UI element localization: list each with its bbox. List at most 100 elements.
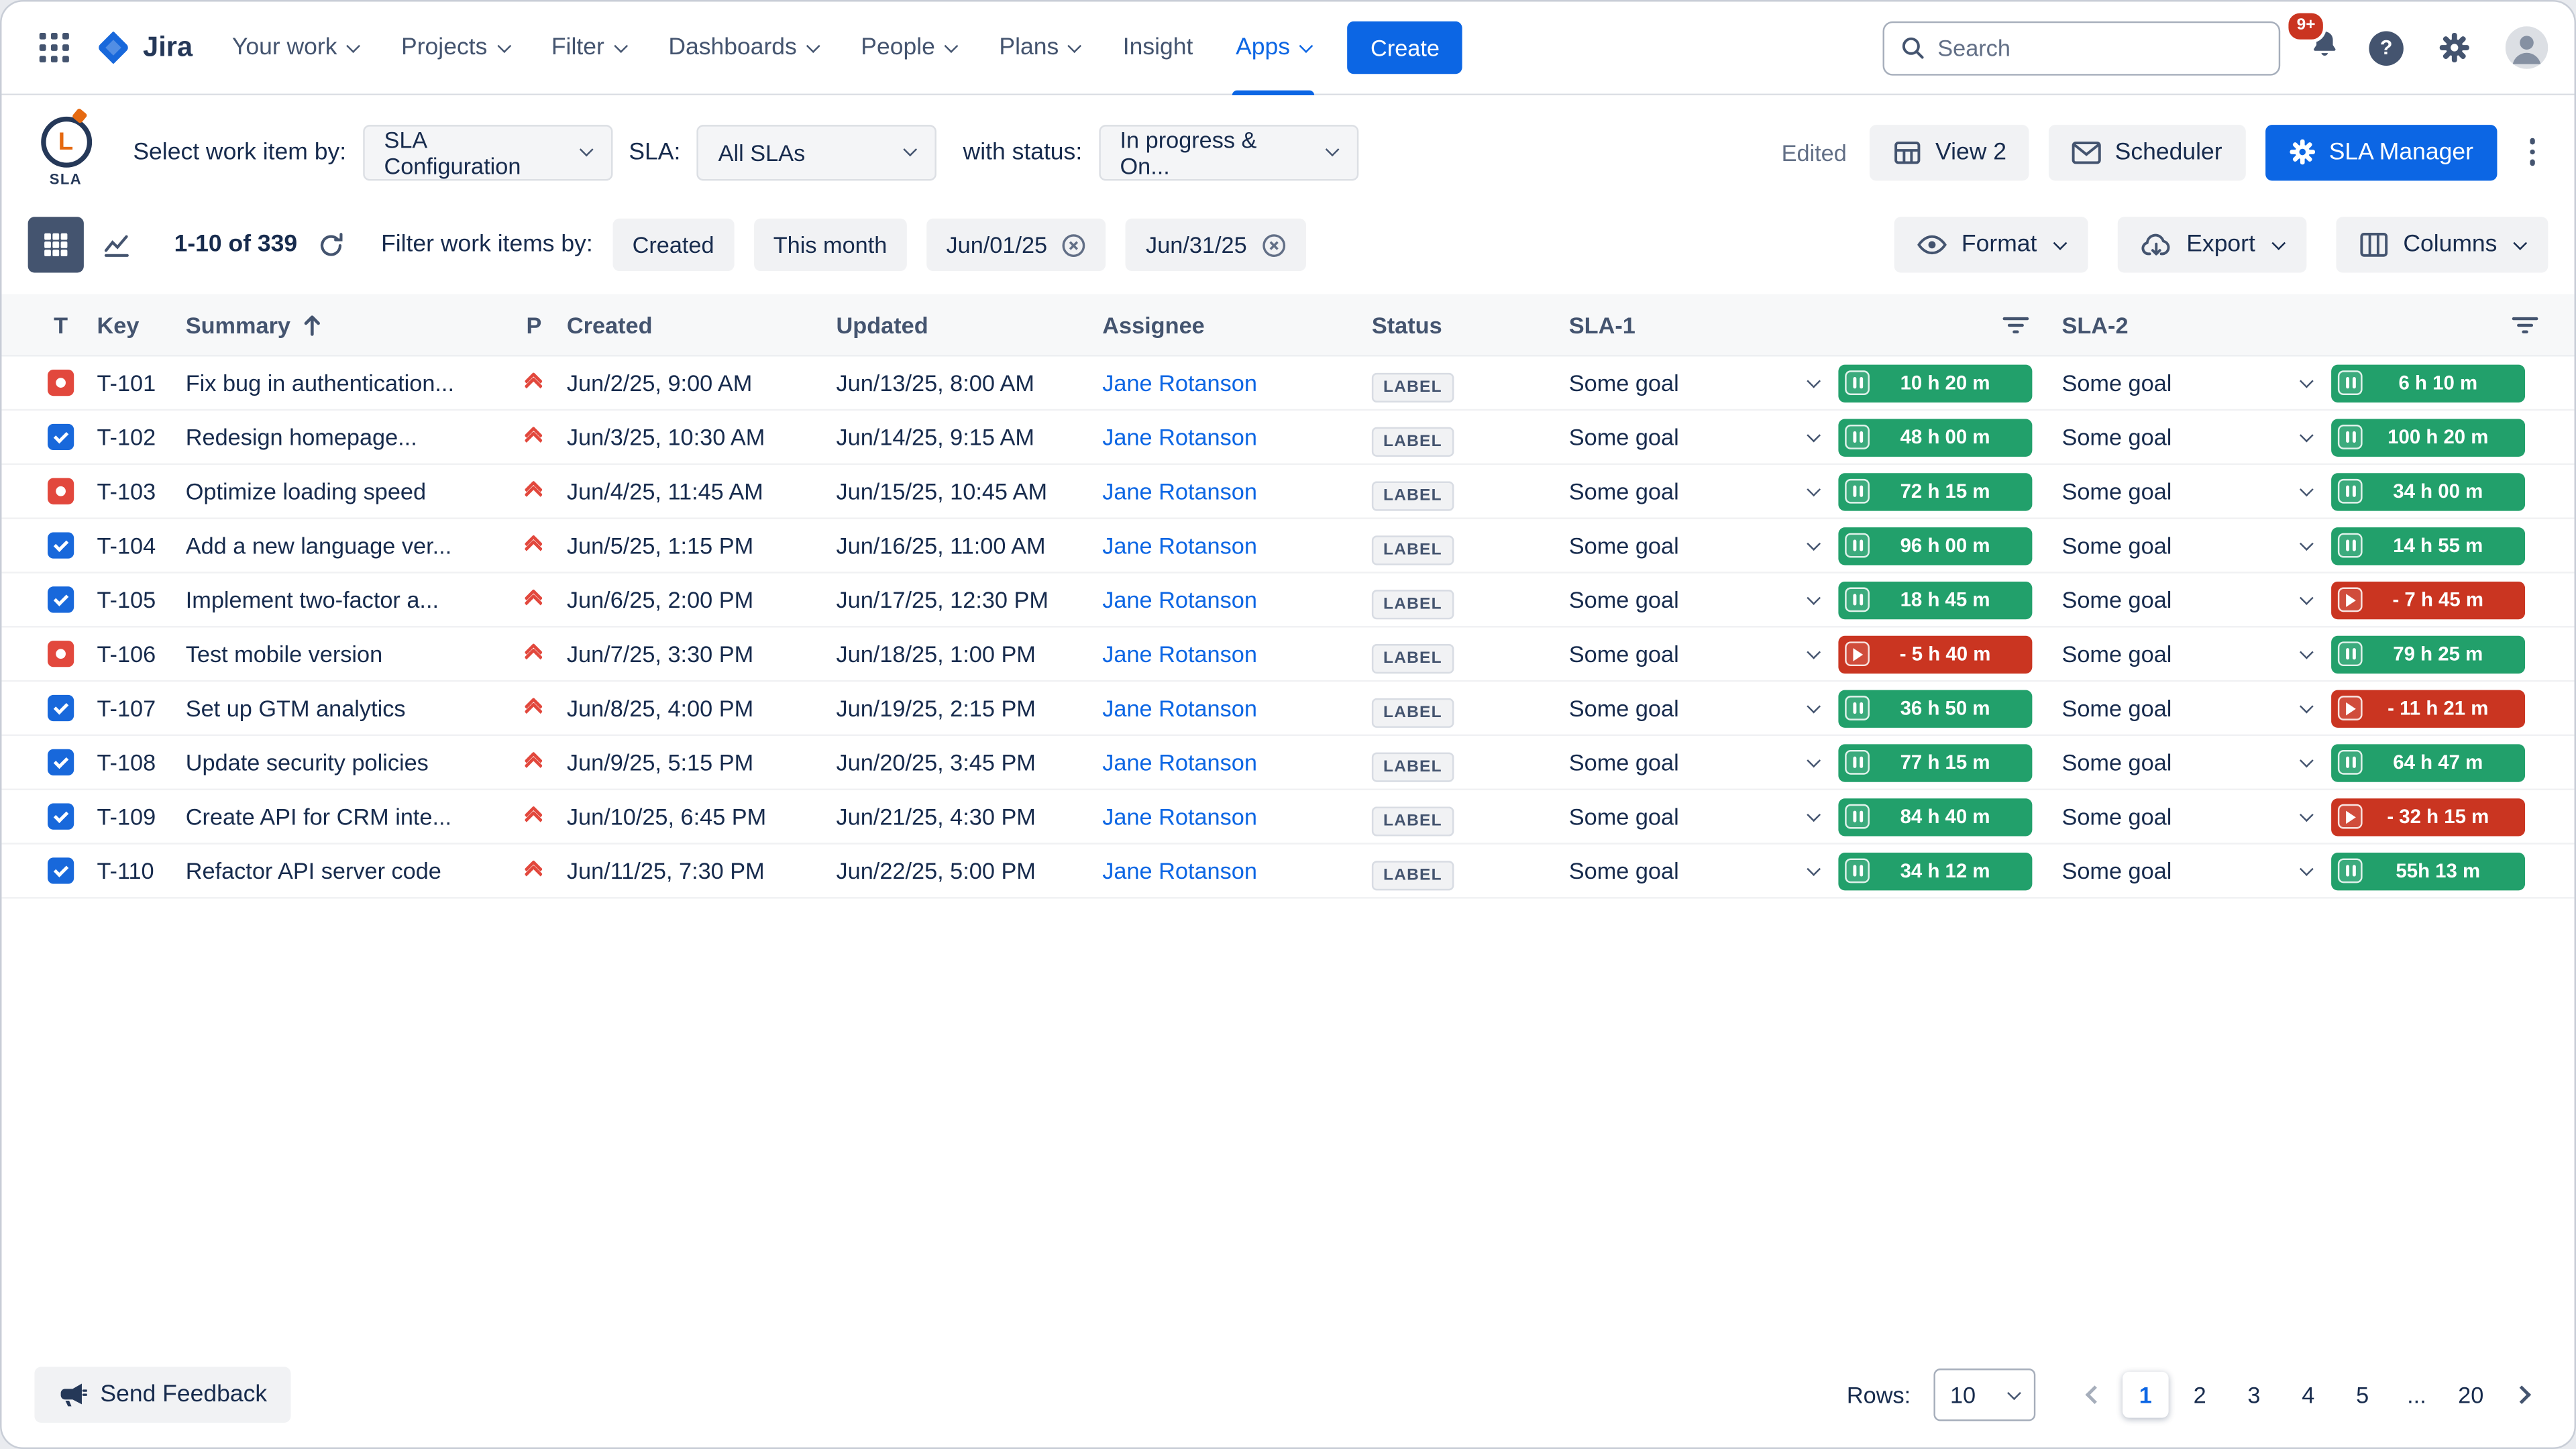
sla2-goal-select[interactable]: Some goal (2061, 695, 2311, 721)
filter-chip-this-month[interactable]: This month (753, 219, 906, 271)
column-header-key[interactable]: Key (97, 311, 185, 337)
create-button[interactable]: Create (1348, 21, 1463, 74)
assignee-link[interactable]: Jane Rotanson (1102, 695, 1257, 721)
close-icon[interactable] (1062, 233, 1087, 258)
sla1-goal-select[interactable]: Some goal (1569, 641, 1819, 667)
grid-view-button[interactable] (28, 217, 84, 272)
sla1-goal-select[interactable]: Some goal (1569, 695, 1819, 721)
rows-per-page-select[interactable]: 10 (1933, 1368, 2035, 1421)
issue-summary[interactable]: Update security policies (186, 749, 501, 775)
table-row[interactable]: T-108 Update security policies Jun/9/25,… (1, 736, 2574, 790)
sort-ascending-icon[interactable] (302, 313, 321, 336)
sla1-goal-select[interactable]: Some goal (1569, 478, 1819, 504)
sla2-goal-select[interactable]: Some goal (2061, 586, 2311, 612)
previous-page-button[interactable] (2075, 1375, 2114, 1415)
assignee-link[interactable]: Jane Rotanson (1102, 532, 1257, 558)
issue-summary[interactable]: Test mobile version (186, 641, 501, 667)
scheduler-button[interactable]: Scheduler (2049, 124, 2245, 180)
sla2-goal-select[interactable]: Some goal (2061, 478, 2311, 504)
nav-item-filter[interactable]: Filter (551, 1, 626, 95)
send-feedback-button[interactable]: Send Feedback (34, 1367, 290, 1423)
sla1-goal-select[interactable]: Some goal (1569, 424, 1819, 450)
column-header-created[interactable]: Created (567, 311, 837, 337)
sla2-goal-select[interactable]: Some goal (2061, 370, 2311, 396)
sla2-goal-select[interactable]: Some goal (2061, 749, 2311, 775)
column-header-updated[interactable]: Updated (837, 311, 1103, 337)
issue-summary[interactable]: Refactor API server code (186, 857, 501, 883)
table-row[interactable]: T-107 Set up GTM analytics Jun/8/25, 4:0… (1, 682, 2574, 736)
nav-item-your-work[interactable]: Your work (232, 1, 358, 95)
column-header-assignee[interactable]: Assignee (1102, 311, 1372, 337)
column-header-sla2[interactable]: SLA-2 (2061, 311, 2551, 337)
page-button-1[interactable]: 1 (2123, 1372, 2169, 1418)
page-button-2[interactable]: 2 (2177, 1372, 2223, 1418)
column-header-type[interactable]: T (25, 311, 97, 337)
nav-item-projects[interactable]: Projects (401, 1, 508, 95)
sla-manager-button[interactable]: SLA Manager (2265, 124, 2496, 180)
page-button-4[interactable]: 4 (2286, 1372, 2332, 1418)
next-page-button[interactable] (2502, 1375, 2542, 1415)
table-row[interactable]: T-106 Test mobile version Jun/7/25, 3:30… (1, 628, 2574, 682)
sla1-goal-select[interactable]: Some goal (1569, 370, 1819, 396)
sla1-goal-select[interactable]: Some goal (1569, 586, 1819, 612)
sla2-goal-select[interactable]: Some goal (2061, 424, 2311, 450)
column-header-summary[interactable]: Summary (186, 311, 501, 337)
view-button[interactable]: View 2 (1870, 124, 2029, 180)
assignee-link[interactable]: Jane Rotanson (1102, 804, 1257, 830)
column-header-sla1[interactable]: SLA-1 (1569, 311, 2062, 337)
table-row[interactable]: T-110 Refactor API server code Jun/11/25… (1, 845, 2574, 899)
issue-summary[interactable]: Create API for CRM inte... (186, 804, 501, 830)
chart-view-button[interactable] (89, 217, 144, 272)
assignee-link[interactable]: Jane Rotanson (1102, 857, 1257, 883)
nav-item-dashboards[interactable]: Dashboards (668, 1, 818, 95)
app-switcher-button[interactable] (28, 21, 80, 74)
issue-summary[interactable]: Optimize loading speed (186, 478, 501, 504)
assignee-link[interactable]: Jane Rotanson (1102, 586, 1257, 612)
issue-summary[interactable]: Redesign homepage... (186, 424, 501, 450)
refresh-button[interactable] (317, 231, 345, 259)
table-row[interactable]: T-101 Fix bug in authentication... Jun/2… (1, 356, 2574, 411)
user-avatar[interactable] (2506, 26, 2548, 69)
close-icon[interactable] (1262, 233, 1287, 258)
page-ellipsis[interactable]: ... (2394, 1372, 2440, 1418)
sla1-goal-select[interactable]: Some goal (1569, 804, 1819, 830)
sla1-goal-select[interactable]: Some goal (1569, 532, 1819, 558)
issue-summary[interactable]: Implement two-factor a... (186, 586, 501, 612)
search-box[interactable] (1883, 21, 2281, 75)
filter-chip-date-to[interactable]: Jun/31/25 (1126, 219, 1306, 271)
assignee-link[interactable]: Jane Rotanson (1102, 424, 1257, 450)
table-row[interactable]: T-109 Create API for CRM inte... Jun/10/… (1, 790, 2574, 845)
column-header-priority[interactable]: P (501, 311, 567, 337)
page-button-3[interactable]: 3 (2231, 1372, 2277, 1418)
filter-icon[interactable] (2002, 315, 2029, 334)
table-row[interactable]: T-102 Redesign homepage... Jun/3/25, 10:… (1, 411, 2574, 465)
jira-logo[interactable]: Jira (94, 28, 193, 68)
status-select[interactable]: In progress & On... (1099, 124, 1358, 180)
nav-item-plans[interactable]: Plans (999, 1, 1080, 95)
issue-summary[interactable]: Fix bug in authentication... (186, 370, 501, 396)
table-row[interactable]: T-104 Add a new language ver... Jun/5/25… (1, 519, 2574, 574)
filter-icon[interactable] (2512, 315, 2538, 334)
column-header-status[interactable]: Status (1372, 311, 1569, 337)
sla1-goal-select[interactable]: Some goal (1569, 857, 1819, 883)
assignee-link[interactable]: Jane Rotanson (1102, 641, 1257, 667)
columns-button[interactable]: Columns (2336, 217, 2548, 272)
search-input[interactable] (1937, 34, 2262, 60)
issue-summary[interactable]: Set up GTM analytics (186, 695, 501, 721)
table-row[interactable]: T-105 Implement two-factor a... Jun/6/25… (1, 574, 2574, 628)
export-button[interactable]: Export (2117, 217, 2306, 272)
nav-item-apps[interactable]: Apps (1236, 1, 1311, 95)
work-item-by-select[interactable]: SLA Configuration (363, 124, 612, 180)
page-button-5[interactable]: 5 (2339, 1372, 2385, 1418)
nav-item-insight[interactable]: Insight (1123, 1, 1193, 95)
assignee-link[interactable]: Jane Rotanson (1102, 370, 1257, 396)
filter-chip-date-from[interactable]: Jun/01/25 (926, 219, 1106, 271)
sla2-goal-select[interactable]: Some goal (2061, 804, 2311, 830)
help-icon[interactable]: ? (2369, 30, 2403, 64)
sla2-goal-select[interactable]: Some goal (2061, 641, 2311, 667)
sla1-goal-select[interactable]: Some goal (1569, 749, 1819, 775)
assignee-link[interactable]: Jane Rotanson (1102, 749, 1257, 775)
format-button[interactable]: Format (1894, 217, 2088, 272)
page-button-20[interactable]: 20 (2448, 1372, 2494, 1418)
more-options-button[interactable] (2516, 129, 2548, 176)
